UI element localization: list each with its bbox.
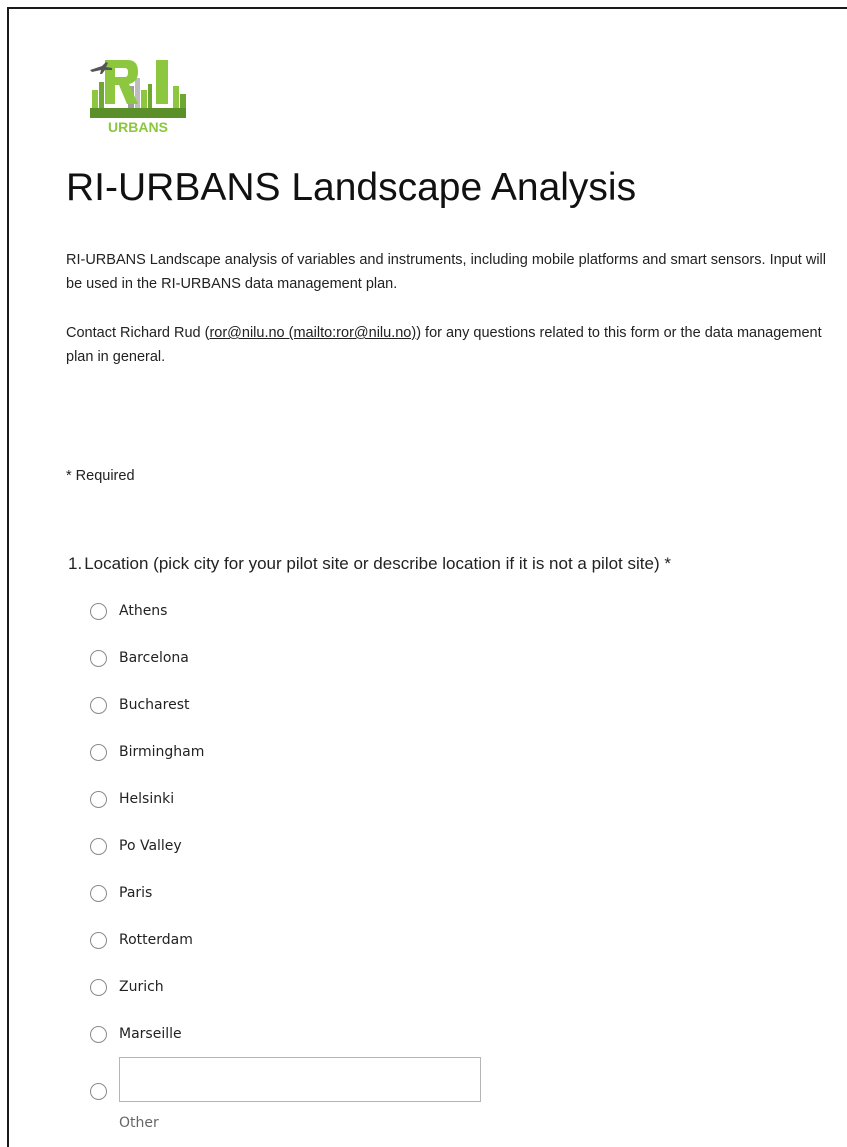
option-label: Paris	[119, 885, 153, 901]
other-label: Other	[119, 1115, 159, 1131]
option-label: Marseille	[119, 1026, 182, 1042]
radio-button[interactable]	[90, 744, 107, 761]
location-options: Athens Barcelona Bucharest Birmingham He…	[90, 600, 690, 1070]
option-label: Helsinki	[119, 791, 175, 807]
logo-wordmark: URBANS	[108, 119, 168, 135]
required-note: * Required	[66, 468, 135, 484]
option-zurich[interactable]: Zurich	[90, 976, 690, 1023]
contact-email-link[interactable]: ror@nilu.no (mailto:ror@nilu.no)	[209, 325, 416, 341]
radio-button[interactable]	[90, 650, 107, 667]
option-label: Barcelona	[119, 650, 189, 666]
option-label: Rotterdam	[119, 932, 193, 948]
ri-urbans-logo: URBANS	[88, 56, 188, 136]
option-other: Other	[90, 1057, 690, 1137]
question-text: Location (pick city for your pilot site …	[84, 554, 671, 573]
radio-button[interactable]	[90, 697, 107, 714]
other-text-input[interactable]	[119, 1057, 481, 1102]
option-bucharest[interactable]: Bucharest	[90, 694, 690, 741]
option-label: Athens	[119, 603, 168, 619]
radio-button[interactable]	[90, 838, 107, 855]
option-label: Bucharest	[119, 697, 190, 713]
option-label: Zurich	[119, 979, 164, 995]
radio-button[interactable]	[90, 791, 107, 808]
question-1-title: 1. Location (pick city for your pilot sit…	[68, 554, 671, 574]
option-paris[interactable]: Paris	[90, 882, 690, 929]
option-barcelona[interactable]: Barcelona	[90, 647, 690, 694]
option-po-valley[interactable]: Po Valley	[90, 835, 690, 882]
option-birmingham[interactable]: Birmingham	[90, 741, 690, 788]
radio-button-other[interactable]	[90, 1083, 107, 1100]
radio-button[interactable]	[90, 1026, 107, 1043]
option-rotterdam[interactable]: Rotterdam	[90, 929, 690, 976]
radio-button[interactable]	[90, 979, 107, 996]
form-contact-note: Contact Richard Rud (ror@nilu.no (mailto…	[66, 321, 826, 369]
form-description: RI-URBANS Landscape analysis of variable…	[66, 252, 826, 292]
radio-button[interactable]	[90, 932, 107, 949]
question-number: 1.	[68, 554, 83, 573]
contact-prefix: Contact Richard Rud (	[66, 325, 210, 341]
option-label: Birmingham	[119, 744, 205, 760]
option-helsinki[interactable]: Helsinki	[90, 788, 690, 835]
radio-button[interactable]	[90, 603, 107, 620]
option-athens[interactable]: Athens	[90, 600, 690, 647]
option-label: Po Valley	[119, 838, 182, 854]
form-title: RI-URBANS Landscape Analysis	[66, 166, 637, 209]
radio-button[interactable]	[90, 885, 107, 902]
